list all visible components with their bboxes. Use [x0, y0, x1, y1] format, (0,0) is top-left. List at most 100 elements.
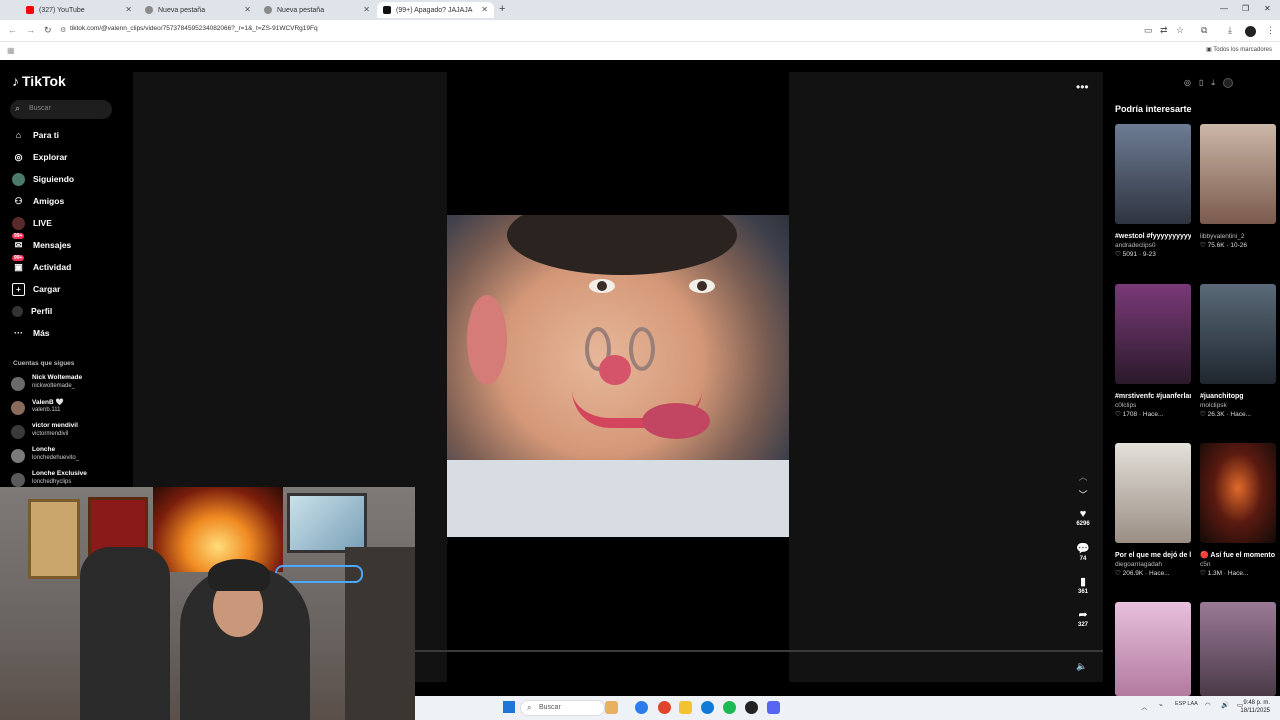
bookmark-icon: ▮ — [1079, 576, 1087, 588]
bookmarks-bar: ▦ ▣ Todos los marcadores — [0, 42, 1280, 60]
recommendation-card[interactable]: Por el que me dejó de lado #fyp diegoarr… — [1115, 443, 1191, 578]
tiktok-logo[interactable]: ♪ TikTok — [12, 73, 66, 89]
activity-badge: 99+ — [12, 255, 25, 261]
video-thumbnail — [1200, 124, 1276, 224]
recommendation-card[interactable]: #westcol #fyyyyyyyyyyyyy... andradeclips… — [1115, 124, 1191, 259]
file-explorer-icon[interactable] — [679, 701, 692, 714]
browser-tab-bar: (327) YouTube ✕ Nueva pestaña ✕ Nueva pe… — [0, 0, 1280, 20]
save-button[interactable]: ▮ 361 — [1068, 575, 1098, 595]
avatar — [11, 449, 25, 463]
discord-icon[interactable] — [767, 701, 780, 714]
recommendation-card[interactable]: 🔴 Así fue el momento de la... c5n ♡ 1.3M… — [1200, 443, 1276, 578]
new-tab-button[interactable]: + — [499, 3, 505, 15]
menu-item-mensajes[interactable]: ✉ 99+ Mensajes — [12, 233, 71, 254]
network-icon[interactable]: ⌁ — [1159, 701, 1163, 709]
widgets-icon[interactable] — [605, 701, 618, 714]
site-info-icon[interactable]: ⚙ — [60, 26, 66, 34]
share-button[interactable]: ➦ 327 — [1068, 608, 1098, 628]
menu-item-actividad[interactable]: ▣ 99+ Actividad — [12, 255, 71, 276]
messages-icon: ✉ — [14, 239, 23, 250]
upload-icon: + — [12, 282, 25, 296]
menu-item-live[interactable]: LIVE — [12, 214, 52, 232]
back-icon[interactable]: ← — [8, 25, 17, 35]
menu-item-perfil[interactable]: Perfil — [12, 302, 52, 320]
menu-item-explorar[interactable]: ◎ Explorar — [12, 148, 68, 166]
menu-item-para-ti[interactable]: ⌂ Para ti — [12, 126, 59, 144]
obs-icon[interactable] — [745, 701, 758, 714]
recommendation-card[interactable]: #juanchitopg molclipsk ♡ 26.3K · Hace... — [1200, 284, 1276, 419]
recommendation-card[interactable]: libbyvalentini_2 ♡ 75.6K · 10-26 — [1200, 124, 1276, 250]
volume-icon[interactable]: 🔈 — [1076, 661, 1087, 672]
video-thumbnail — [1115, 284, 1191, 384]
compass-icon[interactable]: ◎ — [1184, 78, 1191, 88]
menu-item-mas[interactable]: ··· Más — [12, 324, 50, 342]
video-thumbnail — [1200, 602, 1276, 696]
minimize-icon[interactable]: — — [1220, 4, 1228, 13]
close-tab-icon[interactable]: ✕ — [244, 5, 251, 14]
video-thumbnail — [1200, 443, 1276, 543]
extensions-icon[interactable]: ⧉ — [1201, 25, 1207, 36]
cast-icon[interactable]: ▭ — [1144, 25, 1153, 36]
recommendation-card[interactable] — [1200, 602, 1276, 696]
search-input[interactable]: ⌕ Buscar — [10, 100, 112, 119]
close-tab-icon[interactable]: ✕ — [125, 5, 132, 14]
close-tab-icon[interactable]: ✕ — [481, 5, 488, 14]
address-bar: ← → ↻ ⚙ tiktok.com/@valenn_clips/video/7… — [0, 20, 1280, 42]
bookmark-star-icon[interactable]: ☆ — [1176, 25, 1184, 36]
forward-icon[interactable]: → — [26, 25, 35, 35]
search-icon: ⌕ — [527, 703, 532, 712]
edge-icon[interactable] — [701, 701, 714, 714]
video-frame[interactable] — [447, 215, 789, 537]
tab-new-1[interactable]: Nueva pestaña ✕ — [139, 2, 257, 18]
home-icon: ⌂ — [15, 130, 22, 140]
previous-video-icon[interactable]: ︿ — [1068, 470, 1098, 483]
comment-button[interactable]: 💬 74 — [1068, 542, 1098, 562]
windows-start-icon[interactable] — [503, 701, 515, 713]
menu-item-cargar[interactable]: + Cargar — [12, 280, 60, 298]
like-button[interactable]: ♥ 6296 — [1068, 508, 1098, 527]
menu-item-siguiendo[interactable]: Siguiendo — [12, 170, 74, 188]
all-bookmarks[interactable]: ▣ Todos los marcadores — [1206, 46, 1272, 53]
volume-icon[interactable]: 🔊 — [1221, 701, 1229, 709]
video-progress-bar[interactable] — [415, 650, 1103, 652]
download-icon[interactable]: ⤓ — [1211, 78, 1215, 88]
taskbar-search[interactable]: ⌕ Buscar — [520, 700, 605, 716]
menu-item-amigos[interactable]: ⚇ Amigos — [12, 192, 64, 210]
close-window-icon[interactable]: ✕ — [1264, 4, 1271, 13]
chrome-icon[interactable] — [658, 701, 671, 714]
apps-grid-icon[interactable]: ▦ — [7, 46, 15, 55]
close-tab-icon[interactable]: ✕ — [363, 5, 370, 14]
tray-chevron-icon[interactable]: ︿ — [1141, 701, 1148, 711]
downloads-icon[interactable]: ⤓ — [1228, 25, 1232, 36]
recommendation-card[interactable]: #mrstivenfc #juanferlamata c0lclips ♡ 17… — [1115, 284, 1191, 419]
profile-avatar[interactable] — [1222, 78, 1233, 88]
video-thumbnail — [1115, 602, 1191, 696]
more-options-icon[interactable]: ••• — [1076, 80, 1089, 94]
url-field[interactable]: tiktok.com/@valenn_clips/video/757378459… — [70, 25, 318, 32]
messages-badge: 99+ — [12, 233, 25, 239]
tab-youtube[interactable]: (327) YouTube ✕ — [20, 2, 138, 18]
webcam-overlay — [0, 487, 415, 720]
language-indicator[interactable]: ESP LAA — [1175, 701, 1198, 707]
system-clock[interactable]: 9:48 p. m. 18/11/2025 — [1240, 699, 1270, 715]
avatar — [11, 401, 25, 415]
next-video-icon[interactable]: ﹀ — [1068, 488, 1098, 501]
recommendation-card[interactable] — [1115, 602, 1191, 696]
more-icon: ··· — [14, 328, 23, 338]
translate-icon[interactable]: ⇄ — [1160, 25, 1168, 36]
video-content — [467, 295, 507, 385]
tab-new-2[interactable]: Nueva pestaña ✕ — [258, 2, 376, 18]
spotify-icon[interactable] — [723, 701, 736, 714]
phone-icon[interactable]: ▯ — [1199, 78, 1203, 88]
wifi-icon[interactable]: ◠ — [1205, 701, 1211, 709]
tiktok-icon — [383, 6, 391, 14]
maximize-icon[interactable]: ❐ — [1242, 4, 1249, 13]
profile-avatar[interactable] — [1245, 26, 1256, 37]
menu-kebab-icon[interactable]: ⋮ — [1266, 25, 1275, 36]
tab-tiktok[interactable]: (99+) Apagado? JAJAJA ✕ — [377, 2, 494, 18]
profile-icon — [12, 305, 23, 317]
reload-icon[interactable]: ↻ — [44, 25, 52, 36]
video-thumbnail — [1115, 443, 1191, 543]
chrome-icon[interactable] — [635, 701, 648, 714]
windows-taskbar: ⌕ Buscar ︿ ⌁ ESP LAA ◠ 🔊 ▭ 9:48 p. m. 18… — [415, 696, 1280, 720]
